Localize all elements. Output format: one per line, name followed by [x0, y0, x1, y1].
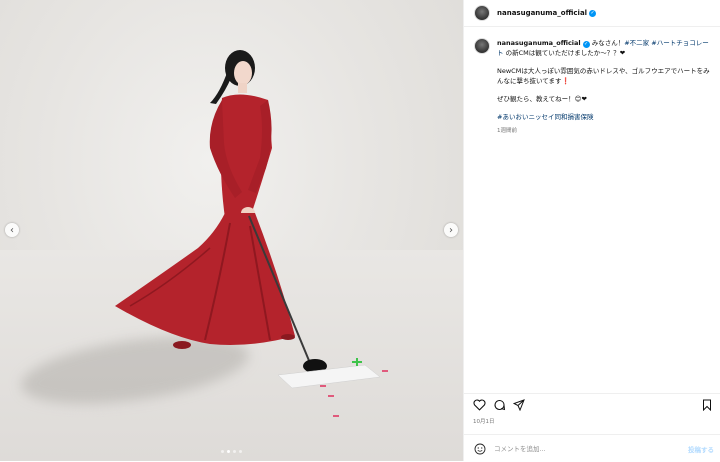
comment-input[interactable] [492, 443, 676, 454]
caption-text: みなさん！ [589, 39, 625, 47]
caption-paragraph: ぜひ観たら、教えてねー！😊❤ [497, 95, 587, 103]
verified-badge-icon: ✓ [589, 9, 597, 17]
hashtag-link[interactable]: #あいおいニッセイ同和損害保険 [497, 113, 593, 121]
heart-icon[interactable] [473, 399, 486, 411]
comment-bar: 投稿する [464, 434, 720, 462]
carousel-dot [233, 450, 236, 453]
post-header: nanasuganuma_official ✓ [464, 0, 720, 27]
caption-username[interactable]: nanasuganuma_official [497, 39, 581, 47]
action-bar [464, 393, 720, 416]
verified-badge-icon: ✓ [582, 40, 590, 48]
woman-golfer-illustration [115, 50, 327, 373]
comment-icon[interactable] [493, 399, 506, 411]
caption-line1: nanasuganuma_official ✓ みなさん！#不二家 #ハートチョコ… [497, 38, 711, 58]
carousel-dot-active [227, 450, 230, 453]
caption-time: 1週間前 [497, 128, 517, 134]
caption: nanasuganuma_official ✓ みなさん！#不二家 #ハートチョコ… [464, 27, 720, 134]
post-comment-button[interactable]: 投稿する [688, 444, 714, 454]
carousel-dots [0, 450, 463, 453]
caption-avatar[interactable] [474, 38, 490, 54]
avatar[interactable] [474, 5, 490, 21]
share-icon[interactable] [513, 399, 525, 411]
hashtag-link[interactable]: #不二家 [624, 39, 649, 47]
carousel-next-button[interactable]: › [444, 223, 458, 237]
carousel-dot [239, 450, 242, 453]
tee-mat [277, 358, 388, 417]
carousel-dot [221, 450, 224, 453]
post-side-panel: nanasuganuma_official ✓ nanasuganuma_off… [463, 0, 720, 461]
caption-hashtags: #あいおいニッセイ同和損害保険 [497, 112, 711, 122]
carousel-prev-button[interactable]: ‹ [5, 223, 19, 237]
bookmark-icon[interactable] [702, 399, 712, 411]
post-date: 10月1日 [473, 419, 495, 425]
caption-paragraph: NewCMは大人っぽい雰囲気の赤いドレスや、ゴルフウエアでハートをみんなに撃ち抜… [497, 67, 710, 85]
caption-text: の新CMは観ていただけましたか〜？？❤ [503, 49, 626, 57]
emoji-icon[interactable] [474, 443, 486, 455]
header-username[interactable]: nanasuganuma_official [497, 9, 587, 17]
post-photo: ‹ › [0, 0, 463, 461]
